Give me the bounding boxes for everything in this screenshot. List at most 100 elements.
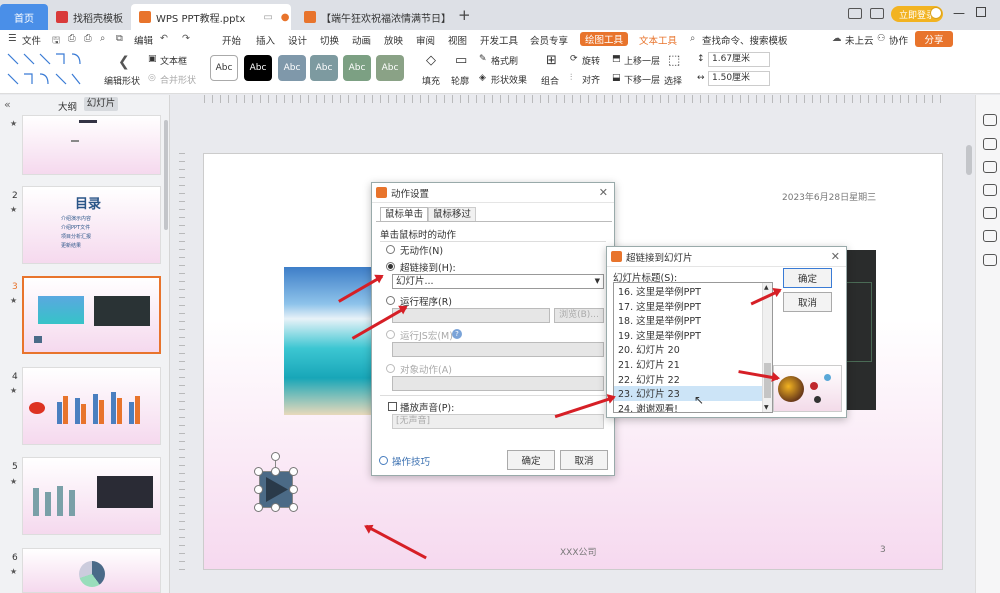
down-one-button[interactable]: 下移一层 (624, 73, 660, 86)
cloud-status[interactable]: 未上云 (845, 33, 874, 47)
preview-icon[interactable]: ⌕ (100, 33, 105, 44)
list-scrollbar[interactable]: ▲ ▼ (762, 283, 772, 412)
rotate-handle[interactable] (271, 452, 280, 461)
copy-icon[interactable]: ⧉ (116, 33, 123, 44)
menu-slideshow[interactable]: 放映 (384, 33, 403, 47)
menu-design[interactable]: 设计 (288, 33, 307, 47)
shape-style-1[interactable]: Abc (210, 55, 238, 81)
resize-handle[interactable] (271, 467, 280, 476)
resize-handle[interactable] (289, 503, 298, 512)
slide-title-list[interactable]: 16. 这里是举例PPT 17. 这里是举例PPT 18. 这里是举例PPT 19. … (613, 282, 773, 413)
browse-button[interactable]: 浏览(B)... (554, 308, 604, 323)
redo-icon[interactable]: ↷ (182, 33, 190, 44)
up-one-button[interactable]: 上移一层 (624, 54, 660, 67)
menu-edit[interactable]: 编辑 (134, 33, 153, 47)
radio-run-program[interactable] (386, 296, 395, 305)
slide-thumbnail-2[interactable]: 目录 介绍演示内容 介绍PPT文件 项目分析汇报 更新结果 (22, 186, 161, 264)
slide-list-item[interactable]: 17. 这里是举例PPT (614, 299, 772, 314)
resize-handle[interactable] (289, 467, 298, 476)
slide-list-item[interactable]: 24. 谢谢观看! (614, 401, 772, 412)
copy-slide-icon[interactable] (983, 184, 997, 196)
slide-list-item[interactable]: 16. 这里是举例PPT (614, 284, 772, 299)
menu-file[interactable]: 文件 (22, 33, 41, 47)
group-button[interactable]: 组合 (541, 74, 559, 87)
hamburger-icon[interactable]: ☰ (8, 33, 17, 44)
minimize-icon[interactable]: — (953, 6, 965, 20)
play-action-button[interactable] (260, 472, 292, 507)
shape-style-6[interactable]: Abc (376, 55, 404, 81)
collab-button[interactable]: 协作 (889, 33, 908, 47)
save-icon[interactable]: 🖫 (52, 33, 60, 49)
slide-list-item[interactable]: 19. 这里是举例PPT (614, 328, 772, 343)
program-path-input[interactable] (392, 308, 550, 323)
close-icon[interactable]: ✕ (831, 250, 840, 263)
macro-select[interactable] (392, 342, 604, 357)
print-icon[interactable]: ⎙ (84, 33, 92, 44)
tips-link[interactable]: 操作技巧 (392, 454, 430, 468)
scroll-down-icon[interactable]: ▼ (764, 404, 769, 411)
shape-style-4[interactable]: Abc (310, 55, 338, 81)
tab-home[interactable]: 首页 (0, 4, 48, 30)
panel-scrollbar[interactable] (164, 120, 168, 230)
new-tab-button[interactable]: + (458, 6, 471, 24)
align-button[interactable]: 对齐 (582, 73, 600, 86)
slide-thumbnail-1[interactable] (22, 115, 161, 175)
play-sound-checkbox[interactable] (388, 402, 397, 411)
hyperlink-select[interactable]: 幻灯片... ▼ (392, 274, 604, 289)
maximize-icon[interactable] (976, 7, 986, 17)
menu-review[interactable]: 审阅 (416, 33, 435, 47)
slide-thumbnail-4[interactable] (22, 367, 161, 445)
format-brush-button[interactable]: 格式刷 (491, 54, 518, 67)
rotate-button[interactable]: 旋转 (582, 54, 600, 67)
object-action-select[interactable] (392, 376, 604, 391)
shape-effect-button[interactable]: 形状效果 (491, 73, 527, 86)
slide-list-item[interactable]: 21. 幻灯片 21 (614, 357, 772, 372)
select-tool-icon[interactable] (983, 114, 997, 126)
menu-start[interactable]: 开始 (222, 33, 241, 47)
close-icon[interactable]: ✕ (599, 186, 608, 199)
sound-select[interactable]: [无声音] (392, 414, 604, 429)
apps-icon[interactable] (870, 8, 884, 19)
backup-icon[interactable] (983, 230, 997, 242)
ok-button[interactable]: 确定 (783, 268, 832, 288)
vertical-ruler[interactable] (179, 153, 185, 573)
menu-text-tools[interactable]: 文本工具 (639, 33, 677, 47)
property-icon[interactable] (983, 138, 997, 150)
height-input[interactable]: 1.67厘米 (708, 52, 770, 67)
menu-transition[interactable]: 切换 (320, 33, 339, 47)
image-icon[interactable] (983, 207, 997, 219)
shape-style-3[interactable]: Abc (278, 55, 306, 81)
menu-animation[interactable]: 动画 (352, 33, 371, 47)
export-icon[interactable]: ⎙ (68, 33, 76, 44)
undo-icon[interactable]: ↶ (160, 33, 168, 44)
tab-outline[interactable]: 大纲 (58, 99, 77, 113)
command-search[interactable]: 查找命令、搜索模板 (702, 33, 788, 47)
resize-handle[interactable] (271, 503, 280, 512)
resize-handle[interactable] (254, 467, 263, 476)
screen-icon[interactable]: ▭ (263, 12, 272, 23)
line-shapes-gallery[interactable] (6, 52, 90, 88)
cancel-button[interactable]: 取消 (783, 292, 832, 312)
canvas-scrollbar[interactable] (966, 145, 972, 175)
scroll-up-icon[interactable]: ▲ (764, 284, 769, 291)
menu-drawing-tools[interactable]: 绘图工具 (580, 32, 628, 46)
radio-none[interactable] (386, 245, 395, 254)
horizontal-ruler[interactable] (204, 95, 944, 103)
menu-member[interactable]: 会员专享 (530, 33, 568, 47)
shape-style-2[interactable]: Abc (244, 55, 272, 81)
slide-list-item[interactable]: 18. 这里是举例PPT (614, 313, 772, 328)
tab-mouse-click[interactable]: 鼠标单击 (380, 207, 428, 221)
avatar[interactable] (930, 7, 942, 19)
outline-button[interactable]: 轮廓 (451, 74, 469, 87)
slide-list-item[interactable]: 23. 幻灯片 23 (614, 386, 772, 401)
textbox-button[interactable]: 文本框 (160, 54, 187, 67)
tab-templates[interactable]: 找稻壳模板 (48, 4, 130, 30)
edit-shape-button[interactable]: 编辑形状 (104, 74, 140, 87)
tab-ppt[interactable]: WPS PPT教程.pptx ▭ ● (131, 4, 291, 30)
slide-thumbnail-5[interactable] (22, 457, 161, 535)
resize-handle[interactable] (254, 485, 263, 494)
ok-button[interactable]: 确定 (507, 450, 555, 470)
slide-thumbnail-3[interactable] (22, 276, 161, 354)
fill-button[interactable]: 填充 (422, 74, 440, 87)
tab-doc2[interactable]: 【端午狂欢祝福浓情满节日】 (296, 4, 446, 30)
